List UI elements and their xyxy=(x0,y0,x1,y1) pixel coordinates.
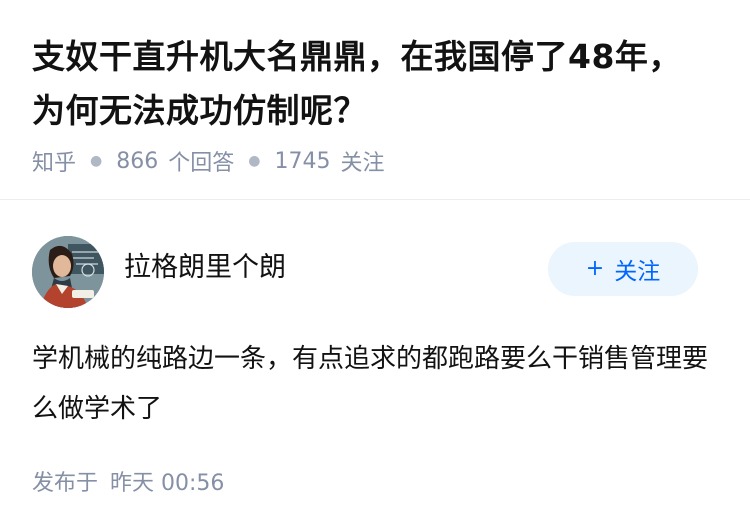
published-time: 昨天 00:56 xyxy=(110,471,225,496)
separator-dot: ● xyxy=(90,153,103,169)
source-label[interactable]: 知乎 xyxy=(32,145,76,177)
follow-count: 1745 xyxy=(274,148,331,174)
answer-count-label: 个回答 xyxy=(168,151,235,176)
plus-icon: + xyxy=(585,256,605,281)
question-title[interactable]: 支奴干直升机大名鼎鼎，在我国停了48年，为何无法成功仿制呢？ xyxy=(32,30,712,138)
author-row: 拉格朗里个朗 + 关注 xyxy=(32,236,698,308)
divider xyxy=(0,199,750,200)
published-label: 发布于 xyxy=(32,471,99,496)
separator-dot: ● xyxy=(248,153,261,169)
avatar-image xyxy=(32,236,104,308)
avatar[interactable] xyxy=(32,236,104,308)
answer-count: 866 xyxy=(116,148,159,174)
answer-content[interactable]: 学机械的纯路边一条，有点追求的都跑路要么干销售管理要么做学术了 xyxy=(32,334,712,434)
author-name[interactable]: 拉格朗里个朗 xyxy=(124,250,286,286)
question-meta: 知乎 ● 866 个回答 ● 1745 关注 xyxy=(32,143,384,179)
follow-button[interactable]: + 关注 xyxy=(548,242,698,296)
answer-timestamp: 发布于 昨天 00:56 xyxy=(32,465,224,497)
follow-count-label: 关注 xyxy=(340,151,385,176)
follow-button-label: 关注 xyxy=(614,259,661,285)
